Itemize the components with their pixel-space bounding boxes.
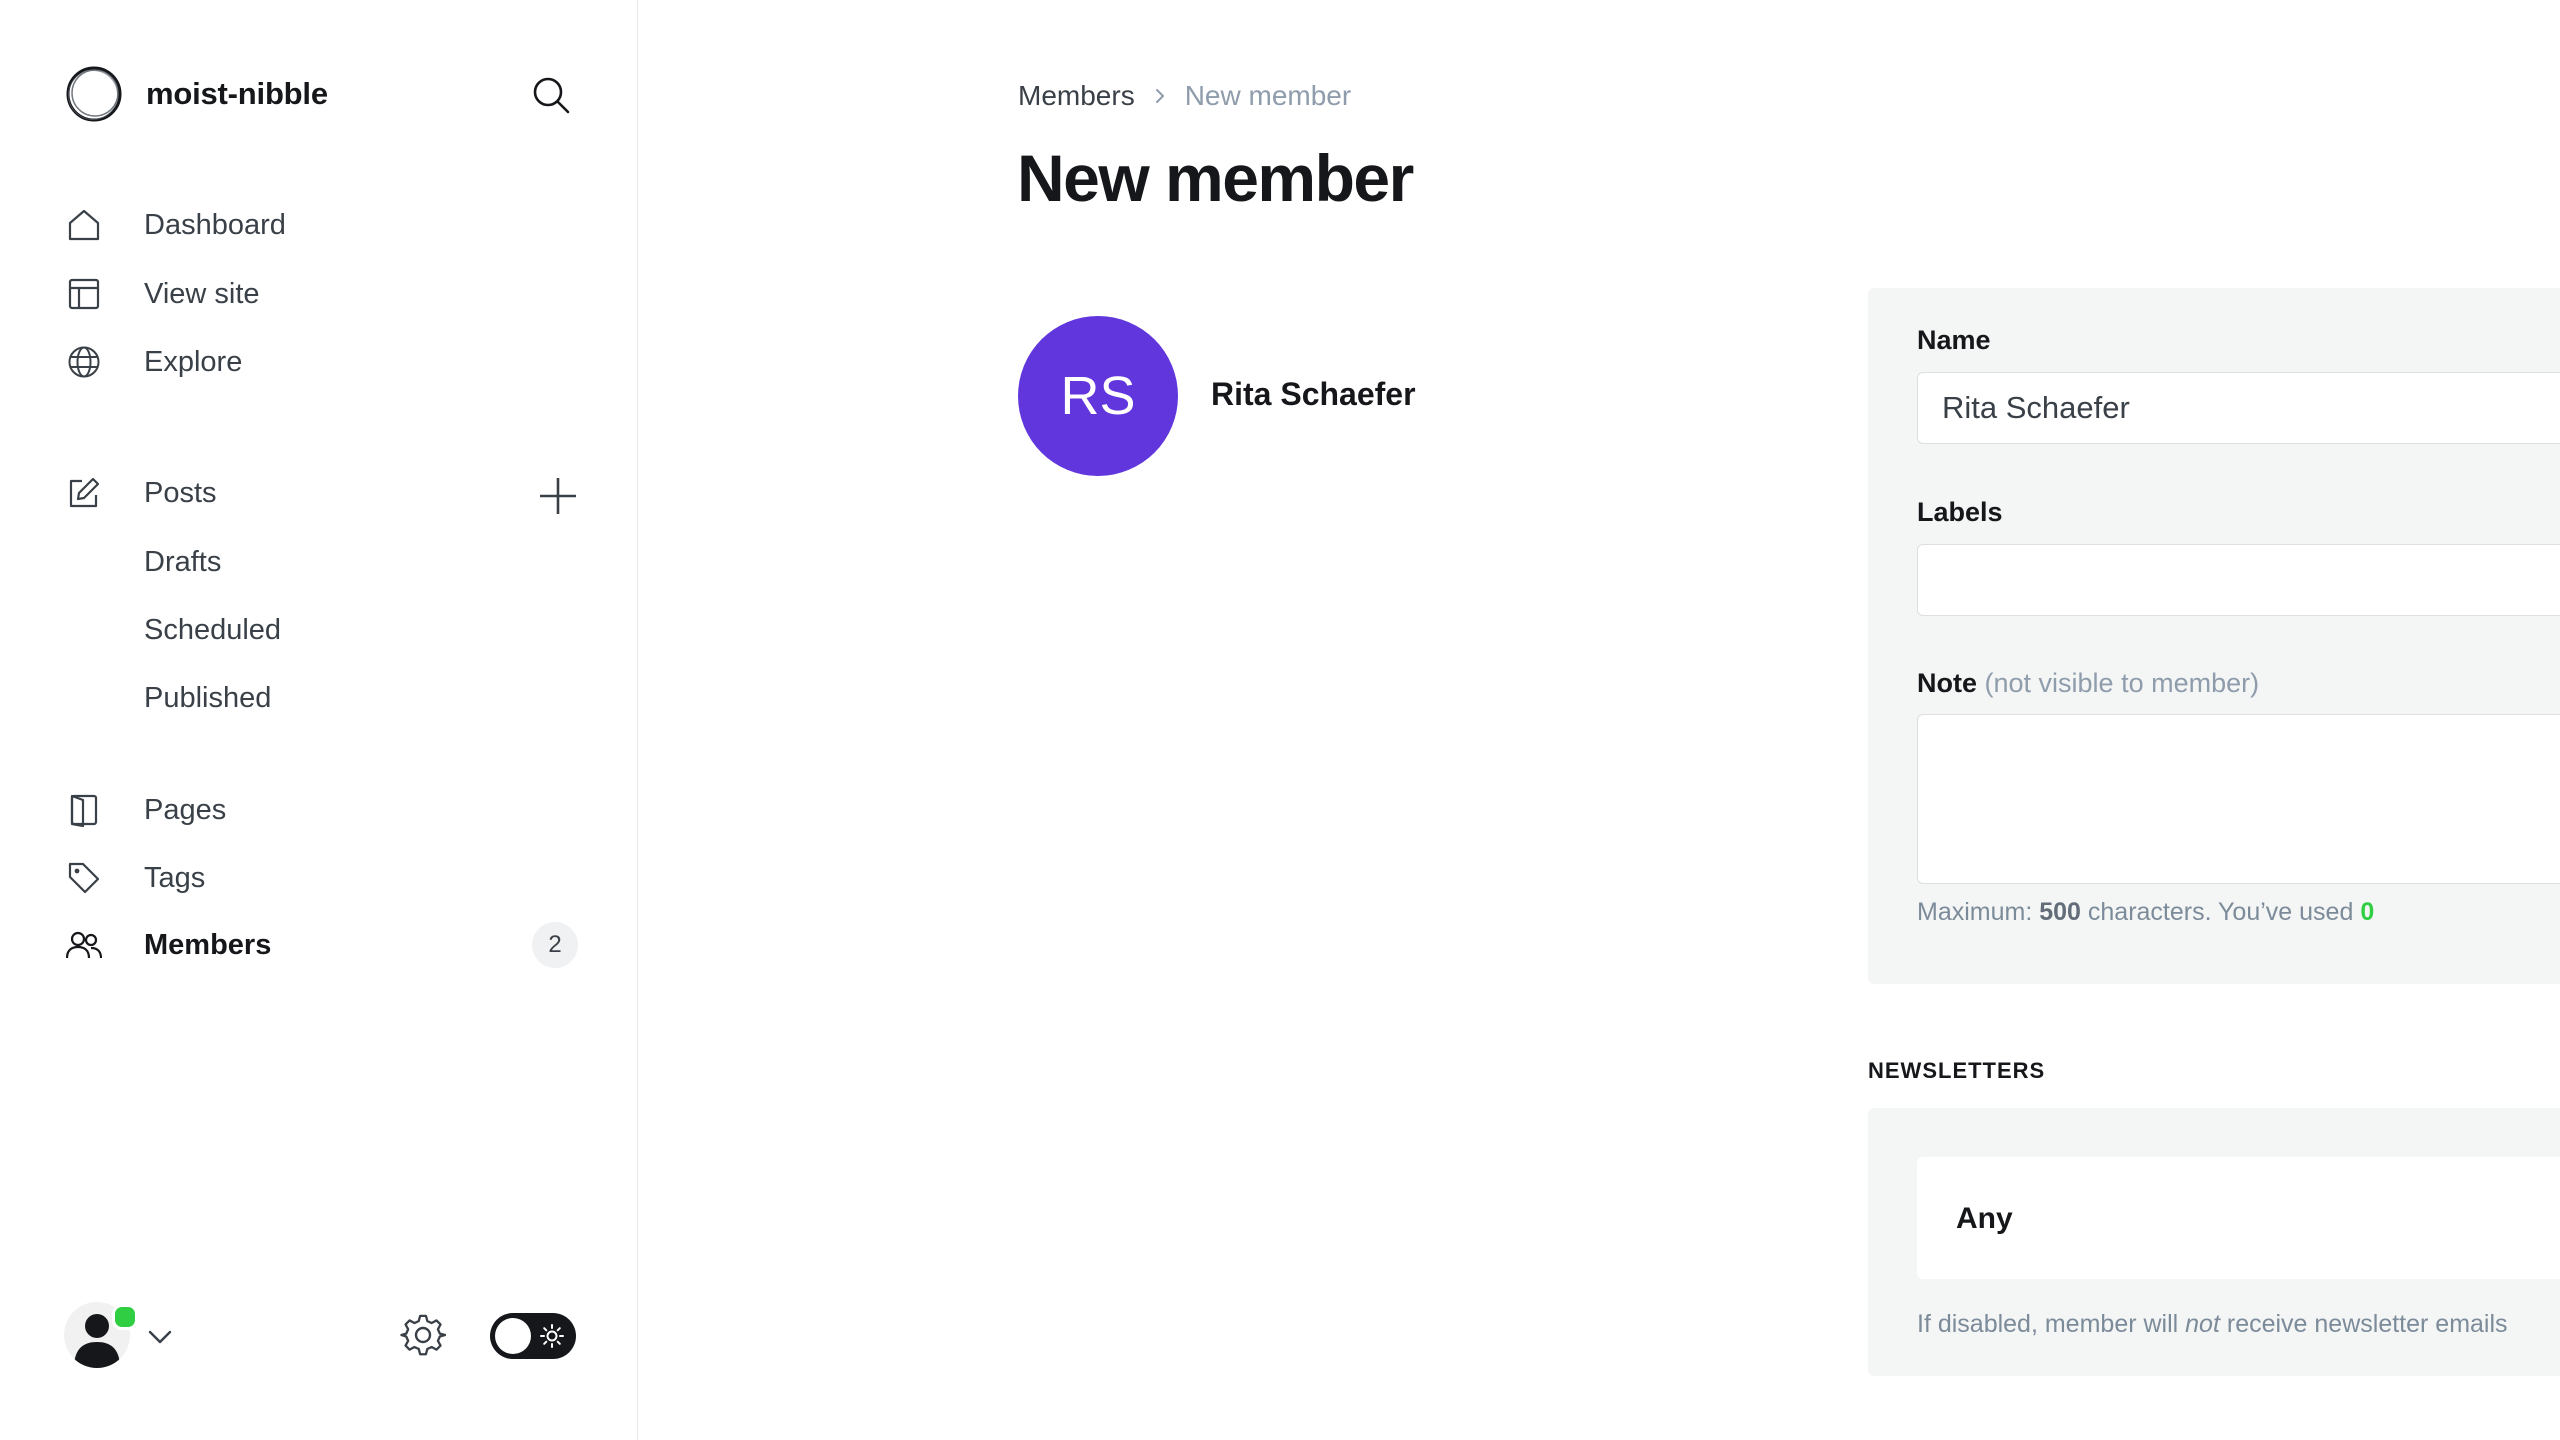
char-used: 0 bbox=[2360, 898, 2375, 926]
layout-icon bbox=[64, 274, 104, 314]
nav-item-view-site[interactable]: View site bbox=[64, 270, 260, 318]
plus-icon[interactable] bbox=[536, 474, 580, 518]
breadcrumb-current: New member bbox=[1184, 80, 1352, 111]
chevron-right-icon bbox=[1155, 89, 1164, 103]
member-avatar: RS bbox=[1018, 316, 1178, 476]
nav-label-pages: Pages bbox=[144, 793, 227, 826]
member-initials: RS bbox=[1060, 366, 1136, 426]
newsletter-item[interactable] bbox=[1917, 1157, 2560, 1279]
newsletters-section-title: NEWSLETTERS bbox=[1868, 1058, 2046, 1083]
note-char-counter: Maximum: 500 characters. You’ve used 0 bbox=[1917, 898, 2374, 927]
labels-input[interactable] bbox=[1917, 544, 2560, 616]
labels-label: Labels bbox=[1917, 497, 2003, 527]
note-label-text: Note bbox=[1917, 668, 1977, 698]
nav-item-published[interactable]: Published bbox=[144, 676, 271, 720]
hint-suffix: receive newsletter emails bbox=[2219, 1310, 2508, 1338]
hint-emphasis: not bbox=[2185, 1310, 2220, 1338]
nav-label-posts: Posts bbox=[144, 476, 217, 509]
gear-icon[interactable] bbox=[400, 1312, 446, 1358]
nav-item-posts[interactable]: Posts bbox=[64, 469, 217, 517]
members-icon bbox=[64, 925, 104, 965]
theme-toggle[interactable] bbox=[490, 1313, 576, 1359]
tag-icon bbox=[64, 858, 104, 898]
site-name: moist-nibble bbox=[146, 76, 328, 111]
newsletter-item-label: Any bbox=[1956, 1202, 2013, 1235]
user-status-dot bbox=[112, 1304, 138, 1330]
nav-item-tags[interactable]: Tags bbox=[64, 854, 205, 902]
nav-label-view-site: View site bbox=[144, 277, 260, 310]
members-count-badge: 2 bbox=[532, 922, 578, 968]
nav-label-dashboard: Dashboard bbox=[144, 208, 286, 241]
note-textarea[interactable] bbox=[1917, 714, 2560, 884]
search-icon[interactable] bbox=[530, 74, 572, 116]
chevron-down-icon[interactable] bbox=[146, 1322, 174, 1350]
note-label: Note (not visible to member) bbox=[1917, 668, 2259, 699]
note-label-hint: (not visible to member) bbox=[1984, 668, 2260, 698]
site-brand[interactable]: moist-nibble bbox=[64, 64, 328, 124]
nav-item-scheduled[interactable]: Scheduled bbox=[144, 608, 281, 652]
nav-item-explore[interactable]: Explore bbox=[64, 338, 242, 386]
hint-prefix: If disabled, member will bbox=[1917, 1310, 2186, 1338]
toggle-knob bbox=[495, 1318, 531, 1354]
nav-item-dashboard[interactable]: Dashboard bbox=[64, 201, 286, 249]
nav-label-members: Members bbox=[144, 928, 272, 961]
newsletter-hint: If disabled, member will not receive new… bbox=[1917, 1310, 2508, 1339]
char-prefix: Maximum: bbox=[1917, 898, 2040, 926]
page-icon bbox=[64, 790, 104, 830]
nav-item-pages[interactable]: Pages bbox=[64, 786, 226, 834]
nav-item-members[interactable]: Members bbox=[64, 921, 271, 969]
page-title: New member bbox=[1017, 141, 1414, 215]
breadcrumb-members-link[interactable]: Members bbox=[1018, 80, 1135, 112]
nav-label-explore: Explore bbox=[144, 345, 243, 378]
home-icon bbox=[64, 205, 104, 245]
sidebar: moist-nibble Dashboard View site Explore… bbox=[0, 0, 638, 1440]
char-middle: characters. You’ve used bbox=[2080, 898, 2361, 926]
name-label: Name bbox=[1917, 325, 1991, 355]
member-name: Rita Schaefer bbox=[1211, 376, 1416, 412]
nav-item-drafts[interactable]: Drafts bbox=[144, 540, 221, 584]
breadcrumb: Members New member bbox=[1018, 80, 1351, 112]
site-logo-icon bbox=[66, 66, 122, 122]
name-input[interactable] bbox=[1917, 372, 2560, 444]
char-max: 500 bbox=[2039, 898, 2081, 926]
nav-label-tags: Tags bbox=[144, 861, 206, 894]
globe-icon bbox=[64, 342, 104, 382]
sun-icon bbox=[540, 1324, 564, 1348]
edit-icon bbox=[64, 473, 104, 513]
